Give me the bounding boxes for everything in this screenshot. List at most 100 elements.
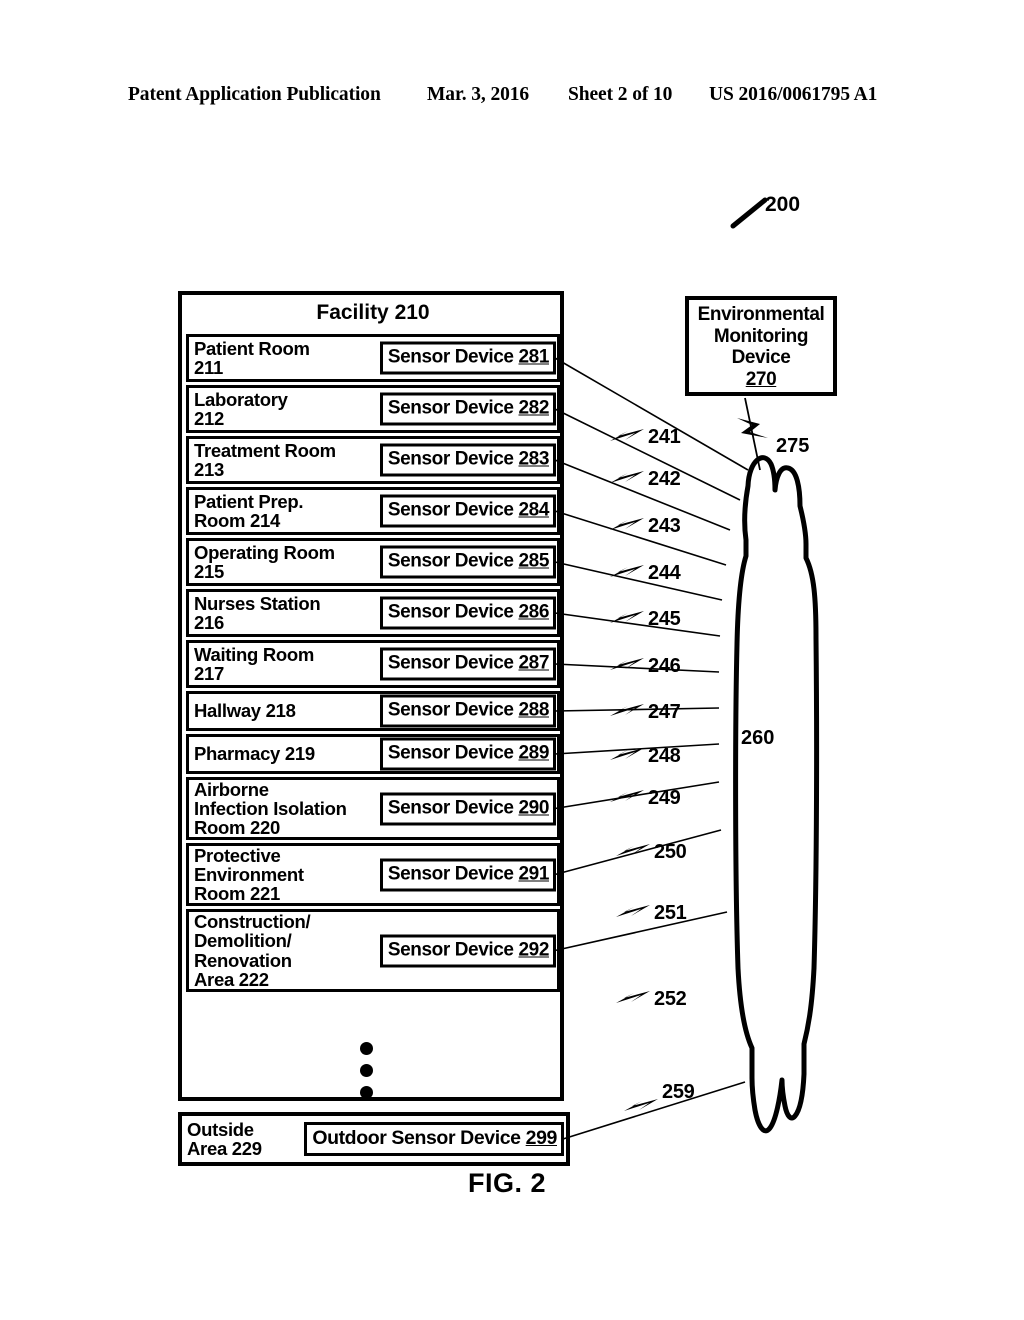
connector-bolt-icon-243 (610, 518, 644, 530)
sensor-device-291: Sensor Device 291 (379, 858, 556, 891)
connector-line-247 (554, 663, 720, 673)
connector-line-245 (554, 561, 723, 601)
sensor-device-label: Sensor Device (387, 601, 519, 623)
connector-bolt-icon-259 (624, 1099, 658, 1111)
sensor-device-ref: 288 (518, 699, 549, 721)
room-row-222: Construction/ Demolition/ Renovation Are… (186, 909, 560, 992)
connector-bolt-icon-251 (616, 905, 650, 917)
publication-date: Mar. 3, 2016 (427, 84, 530, 105)
room-label-213: Treatment Room 213 (194, 439, 336, 480)
room-label-221: Protective Environment Room 221 (194, 844, 304, 905)
system-ref-200-label: 200 (765, 193, 801, 216)
ellipsis-dot (360, 1042, 373, 1055)
connector-label-244: 244 (648, 562, 681, 584)
ellipsis-dot (360, 1086, 373, 1099)
room-label-211: Patient Room 211 (194, 337, 310, 378)
emd-line-2: Monitoring (713, 325, 809, 347)
outside-area-container: Outside Area 229 Outdoor Sensor Device 2… (178, 1112, 570, 1166)
room-row-219: Pharmacy 219 Sensor Device 289 (186, 734, 560, 774)
sensor-device-ref: 282 (518, 397, 549, 419)
sensor-device-label: Sensor Device (387, 499, 519, 521)
emd-line-3: Device (731, 347, 791, 369)
room-row-221: Protective Environment Room 221 Sensor De… (186, 843, 560, 906)
sensor-device-287: Sensor Device 287 (379, 647, 556, 681)
publication-number: US 2016/0061795 A1 (709, 84, 878, 105)
sheet-number: Sheet 2 of 10 (568, 84, 673, 105)
room-label-214: Patient Prep. Room 214 (194, 490, 304, 531)
connector-label-242: 242 (648, 468, 681, 490)
sensor-device-label: Sensor Device (387, 939, 519, 960)
emd-network-link-bolt-icon (737, 418, 768, 438)
connector-label-241: 241 (648, 426, 681, 448)
sensor-device-label: Sensor Device (387, 397, 519, 419)
connector-label-249: 249 (648, 787, 681, 809)
outside-area-label: Outside Area 229 (187, 1118, 262, 1159)
sensor-device-ref: 289 (518, 742, 549, 764)
connector-label-246: 246 (648, 655, 681, 677)
connector-line-251 (554, 829, 722, 876)
connector-line-249 (554, 743, 720, 755)
connector-bolt-icon-241 (610, 429, 644, 441)
figure-caption: FIG. 2 (468, 1168, 547, 1198)
connector-bolt-icon-242 (610, 471, 644, 483)
connector-line-243 (554, 459, 731, 531)
room-row-214: Patient Prep. Room 214 Sensor Device 284 (186, 487, 560, 535)
sensor-device-ref: 284 (518, 499, 549, 521)
connector-label-252: 252 (654, 988, 687, 1010)
sensor-device-label: Sensor Device (387, 699, 519, 721)
rooms-ellipsis (182, 1037, 560, 1101)
sensor-device-285: Sensor Device 285 (379, 545, 556, 579)
room-row-212: Laboratory 212 Sensor Device 282 (186, 385, 560, 433)
sensor-device-label: Sensor Device (387, 448, 519, 470)
room-row-216: Nurses Station 216 Sensor Device 286 (186, 589, 560, 637)
connector-label-245: 245 (648, 608, 681, 630)
sensor-device-label: Sensor Device (387, 863, 519, 884)
connector-bolt-icon-247 (610, 704, 644, 716)
sensor-device-290: Sensor Device 290 (379, 792, 556, 825)
room-label-212: Laboratory 212 (194, 388, 288, 429)
connector-label-251: 251 (654, 902, 687, 924)
publication-title: Patent Application Publication (128, 84, 381, 105)
sensor-device-label: Sensor Device (387, 797, 519, 818)
sensor-device-288: Sensor Device 288 (379, 694, 556, 728)
publication-header: Patent Application Publication Mar. 3, 2… (0, 84, 1024, 114)
room-list: Patient Room 211 Sensor Device 281 Laborat… (186, 334, 560, 995)
connector-label-243: 243 (648, 515, 681, 537)
sensor-device-ref: 290 (518, 797, 549, 818)
emd-ref-270: 270 (745, 368, 777, 390)
room-row-218: Hallway 218 Sensor Device 288 (186, 691, 560, 731)
link-ref-275-label: 275 (776, 435, 810, 457)
sensor-device-ref: 291 (518, 863, 549, 884)
outdoor-sensor-device-ref: 299 (525, 1127, 558, 1149)
connector-label-259: 259 (662, 1081, 695, 1103)
sensor-device-label: Sensor Device (387, 742, 519, 764)
sensor-device-284: Sensor Device 284 (379, 494, 556, 528)
network-ref-260-label: 260 (741, 727, 775, 749)
sensor-device-ref: 281 (518, 346, 549, 368)
connector-bolt-icon-246 (610, 658, 644, 670)
connector-label-250: 250 (654, 841, 687, 863)
network-cloud-260 (733, 455, 820, 1134)
facility-container: Facility 210 Patient Room 211 Sensor Devi… (178, 291, 564, 1101)
connector-bolt-icon-244 (610, 565, 644, 577)
connector-bolt-icon-252 (616, 991, 650, 1003)
room-label-217: Waiting Room 217 (194, 643, 315, 684)
sensor-device-label: Sensor Device (387, 346, 519, 368)
sensor-device-286: Sensor Device 286 (379, 596, 556, 630)
outdoor-sensor-device-label: Outdoor Sensor Device (312, 1127, 526, 1149)
room-label-220: Airborne Infection Isolation Room 220 (194, 778, 347, 839)
sensor-device-label: Sensor Device (387, 550, 519, 572)
connector-line-250 (554, 781, 720, 810)
room-row-220: Airborne Infection Isolation Room 220 Sen… (186, 777, 560, 840)
room-label-215: Operating Room 215 (194, 541, 335, 582)
sensor-device-292: Sensor Device 292 (379, 934, 556, 967)
outdoor-sensor-device-299: Outdoor Sensor Device 299 (304, 1122, 564, 1156)
connector-line-252 (554, 911, 728, 952)
sensor-device-ref: 285 (518, 550, 549, 572)
room-row-211: Patient Room 211 Sensor Device 281 (186, 334, 560, 382)
ellipsis-dot (360, 1064, 373, 1077)
room-label-218: Hallway 218 (194, 700, 296, 722)
sensor-device-ref: 286 (518, 601, 549, 623)
sensor-device-283: Sensor Device 283 (379, 443, 556, 477)
sensor-device-ref: 292 (518, 939, 549, 960)
